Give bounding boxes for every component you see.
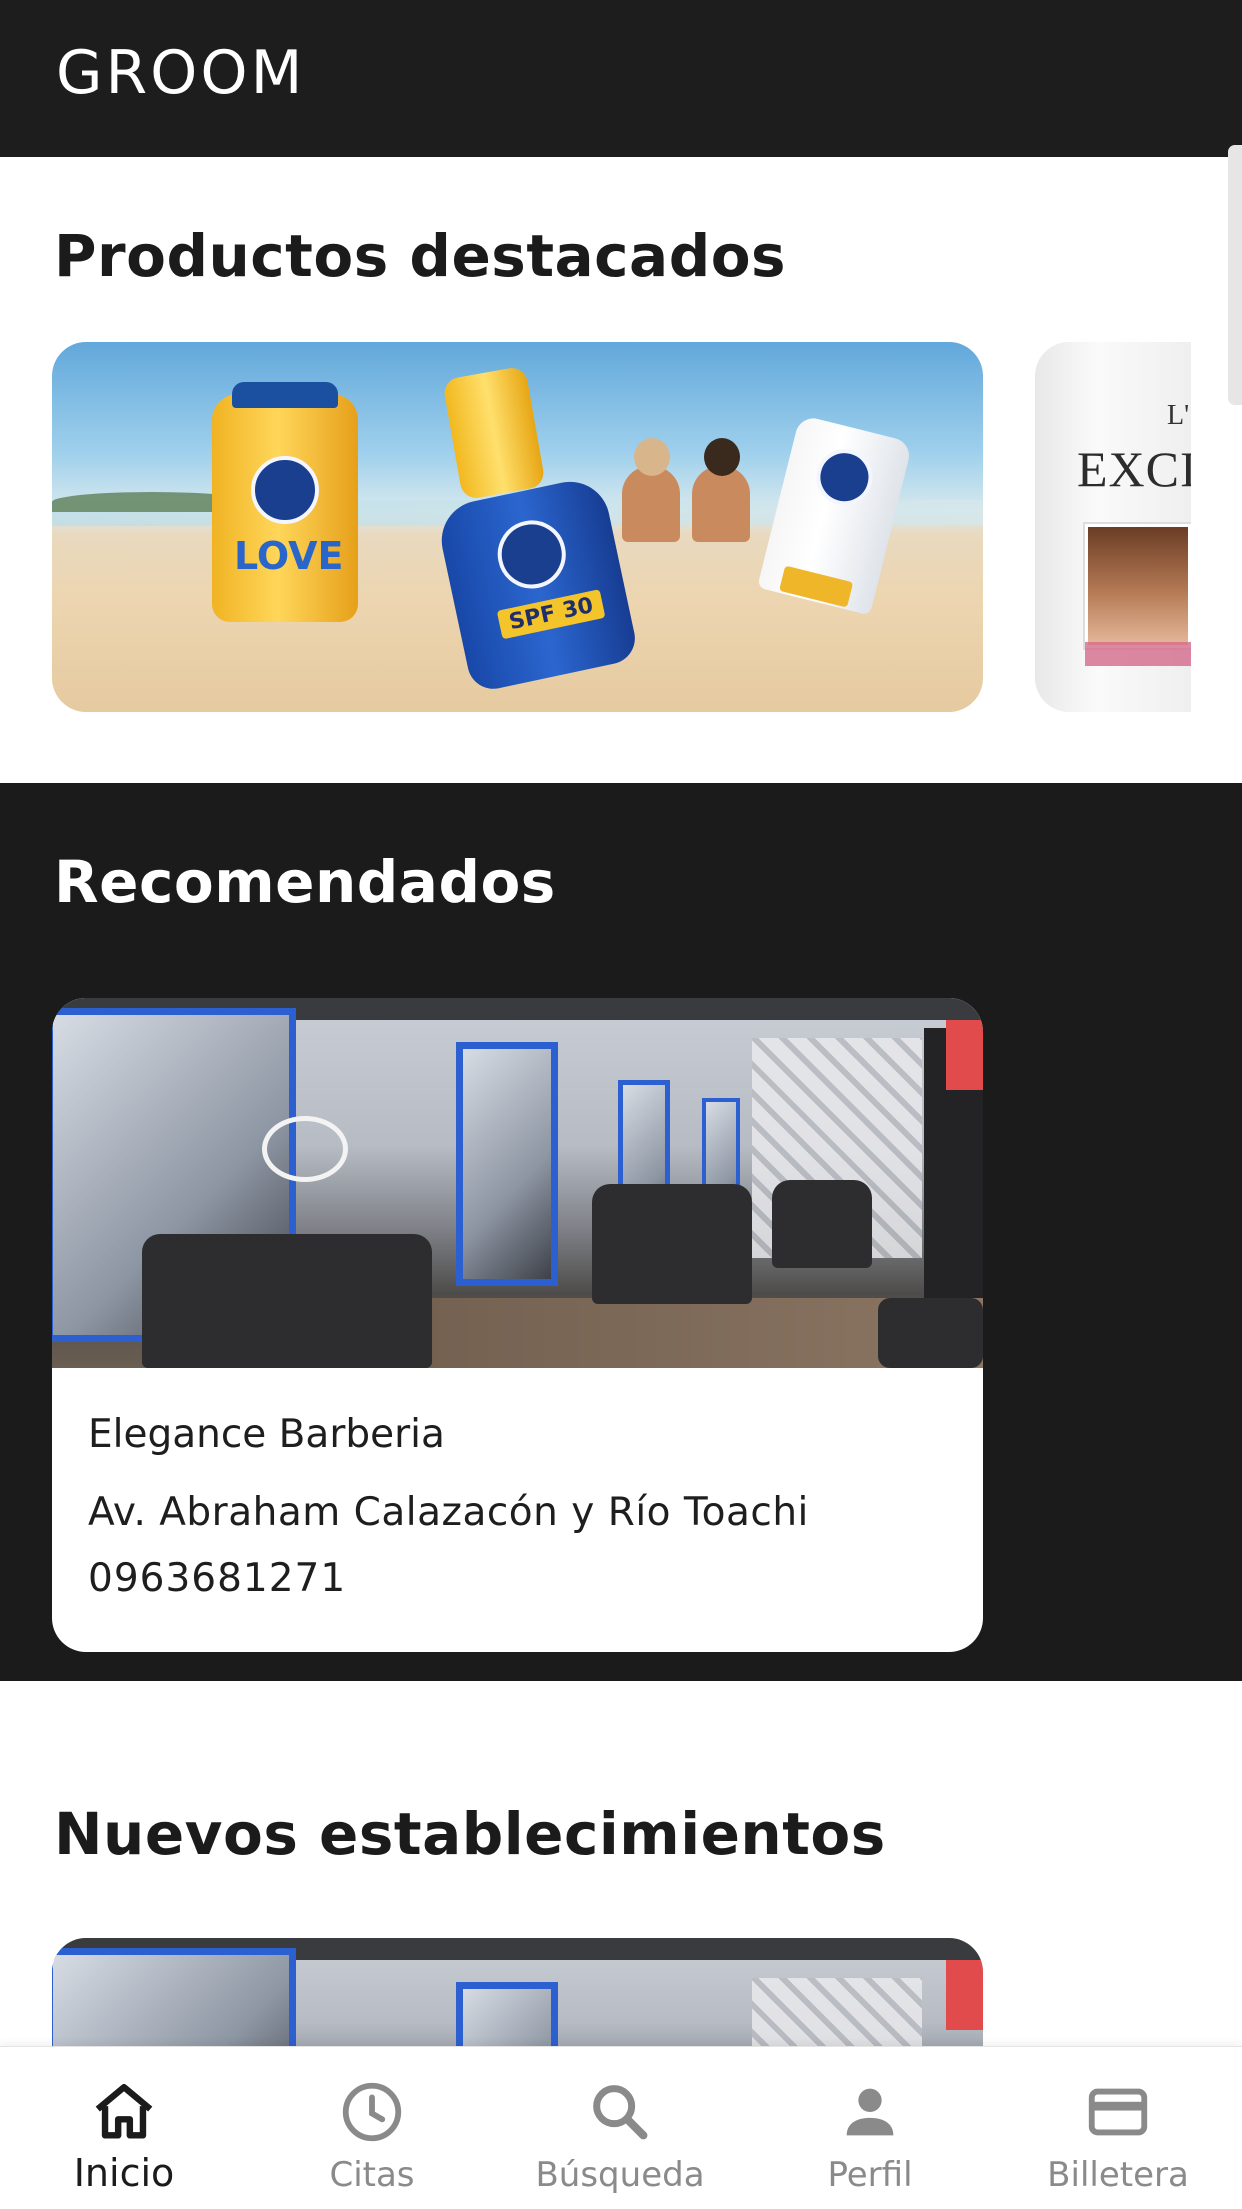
nav-item-citas[interactable]: Citas xyxy=(248,2047,496,2209)
bottle-cap xyxy=(232,382,338,408)
nav-item-inicio[interactable]: Inicio xyxy=(0,2047,248,2209)
nav-label: Citas xyxy=(329,2155,415,2195)
banner-product-text: EXCI xyxy=(1077,441,1191,497)
nav-label: Inicio xyxy=(73,2151,175,2195)
shop-address: Av. Abraham Calazacón y Río Toachi xyxy=(88,1490,809,1535)
banner-brand-text: L' xyxy=(1167,400,1190,431)
person-figure xyxy=(622,438,680,542)
tube-cap xyxy=(779,565,854,608)
search-icon xyxy=(593,2085,648,2140)
package-stripe xyxy=(1085,642,1191,666)
nivea-logo xyxy=(810,443,879,512)
shop-card[interactable] xyxy=(52,998,983,1652)
ring-light xyxy=(262,1116,348,1182)
recommended-title: Recomendados xyxy=(54,848,556,916)
bottle-label: LOVE xyxy=(234,534,344,578)
red-sign xyxy=(946,1020,983,1090)
nivea-logo xyxy=(251,456,319,524)
spf-label: SPF 30 xyxy=(496,589,606,640)
nivea-shower-bottle: LOVE xyxy=(212,382,358,622)
home-icon xyxy=(95,2084,153,2139)
featured-products-title: Productos destacados xyxy=(54,222,787,290)
credit-card-icon xyxy=(1088,2088,1148,2136)
shop-photo xyxy=(52,998,983,1368)
spray-nozzle xyxy=(442,365,546,501)
person-icon xyxy=(846,2088,894,2136)
bottom-navigation: Inicio Citas Búsqueda Perfil Billetera xyxy=(0,2046,1242,2209)
nav-item-billetera[interactable]: Billetera xyxy=(994,2047,1242,2209)
featured-product-banner-loreal[interactable]: L' EXCI xyxy=(1035,342,1191,712)
nav-label: Perfil xyxy=(827,2155,913,2195)
nav-item-busqueda[interactable]: Búsqueda xyxy=(496,2047,744,2209)
nav-label: Billetera xyxy=(1047,2155,1189,2195)
mirror xyxy=(456,1042,558,1286)
shop-phone: 0963681271 xyxy=(88,1556,347,1601)
model-photo xyxy=(1085,524,1191,648)
barber-chair xyxy=(592,1184,752,1304)
scroll-indicator[interactable] xyxy=(1228,145,1242,405)
clock-icon xyxy=(342,2082,402,2142)
person-figure xyxy=(692,438,750,542)
shop-name: Elegance Barberia xyxy=(88,1412,445,1457)
app-title: GROOM xyxy=(56,38,306,108)
app-header: GROOM xyxy=(0,0,1242,157)
waiting-seat xyxy=(878,1298,983,1368)
nav-label: Búsqueda xyxy=(535,2155,705,2195)
red-sign xyxy=(946,1960,983,2030)
nivea-logo xyxy=(491,514,573,595)
barber-chair xyxy=(772,1180,872,1268)
nav-item-perfil[interactable]: Perfil xyxy=(746,2047,994,2209)
barber-chair xyxy=(142,1234,432,1368)
featured-product-banner-nivea[interactable]: LOVE SPF 30 xyxy=(52,342,983,712)
new-establishments-title: Nuevos establecimientos xyxy=(54,1800,886,1868)
